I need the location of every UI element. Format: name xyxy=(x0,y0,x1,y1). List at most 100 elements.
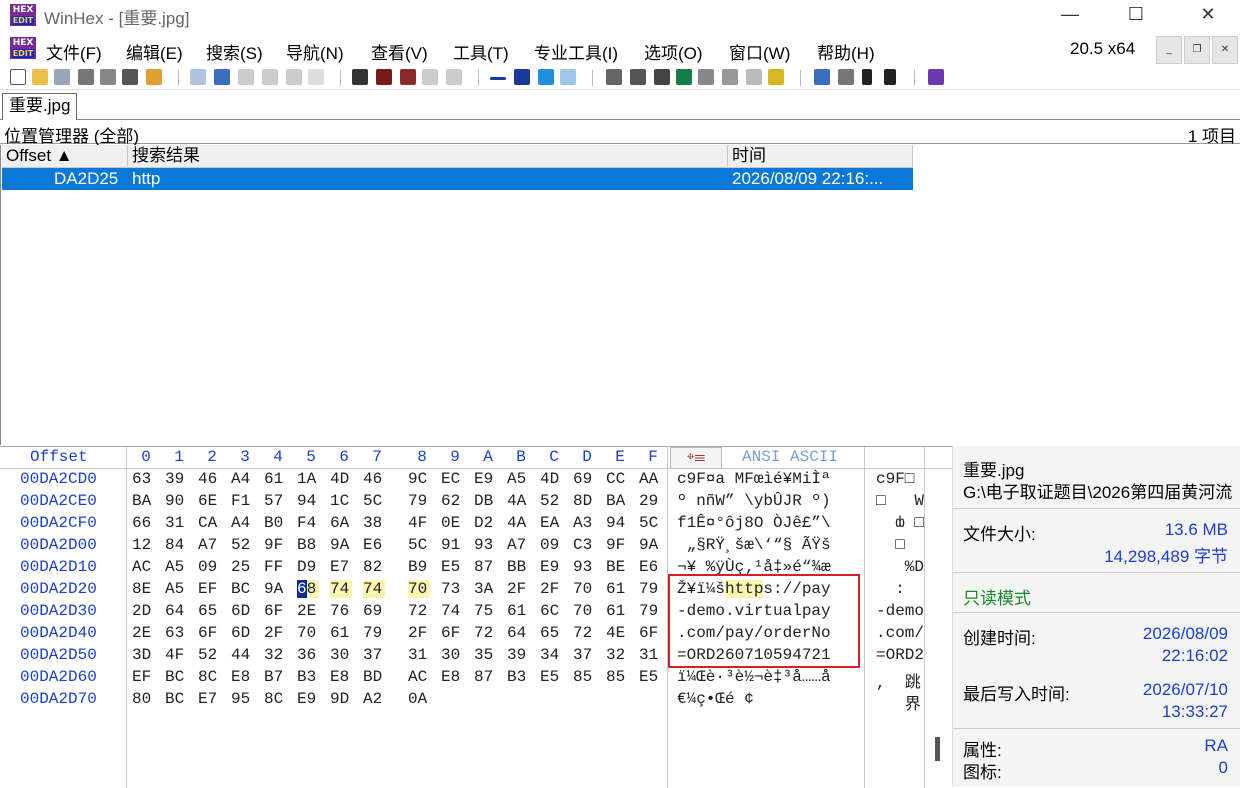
hex-byte[interactable]: EA xyxy=(540,514,562,532)
hex-byte[interactable]: 2E xyxy=(297,602,319,620)
printer-setup-icon[interactable] xyxy=(100,69,116,85)
hex-byte[interactable]: 79 xyxy=(408,492,430,510)
hex-byte[interactable]: 84 xyxy=(165,536,187,554)
hex-byte[interactable]: 72 xyxy=(573,624,595,642)
scrollbar[interactable] xyxy=(935,737,940,761)
hex-byte[interactable]: A5 xyxy=(165,580,187,598)
grid-icon[interactable] xyxy=(838,69,854,85)
menu-window[interactable]: 窗口(W) xyxy=(729,39,790,64)
hex-byte[interactable]: 25 xyxy=(231,558,253,576)
zoom-icon[interactable] xyxy=(698,69,714,85)
hex-byte[interactable]: 69 xyxy=(363,602,385,620)
goto-sector-icon[interactable] xyxy=(514,69,530,85)
hex-byte[interactable]: 4E xyxy=(606,624,628,642)
hex-byte[interactable]: 39 xyxy=(507,646,529,664)
menu-options[interactable]: 选项(O) xyxy=(644,39,703,64)
hex-byte[interactable]: A4 xyxy=(231,514,253,532)
mdi-restore-button[interactable]: ❐ xyxy=(1184,36,1210,64)
hex-byte[interactable]: 87 xyxy=(474,668,496,686)
hex-byte[interactable]: D2 xyxy=(474,514,496,532)
hex-byte[interactable]: 44 xyxy=(231,646,253,664)
hex-byte[interactable]: 2D xyxy=(132,602,154,620)
goto-offset-icon[interactable] xyxy=(490,77,506,80)
menu-tools[interactable]: 工具(T) xyxy=(453,39,509,64)
hex-byte[interactable]: 3D xyxy=(132,646,154,664)
hex-byte[interactable]: 72 xyxy=(474,624,496,642)
export-icon[interactable] xyxy=(146,69,162,85)
ansi-text[interactable]: „§RŸ¸šæ\‘“§ ÃŸš xyxy=(677,536,831,554)
hex-byte[interactable]: 1C xyxy=(330,492,352,510)
hex-byte[interactable]: 09 xyxy=(198,558,220,576)
column-header-offset[interactable]: Offset ▲ xyxy=(2,145,128,168)
undo-icon[interactable] xyxy=(190,69,206,85)
copy-block-icon[interactable] xyxy=(238,69,254,85)
hex-byte[interactable]: C3 xyxy=(573,536,595,554)
hex-byte[interactable]: 62 xyxy=(441,492,463,510)
hex-byte[interactable]: 2F xyxy=(507,580,529,598)
hex-byte[interactable]: A5 xyxy=(165,558,187,576)
mdi-minimize-button[interactable]: _ xyxy=(1156,36,1182,64)
hex-byte[interactable]: 37 xyxy=(573,646,595,664)
hex-byte[interactable]: 52 xyxy=(198,646,220,664)
find-hex-icon[interactable] xyxy=(400,69,416,85)
hex-byte[interactable]: E5 xyxy=(639,668,661,686)
hex-byte[interactable]: FF xyxy=(264,558,286,576)
hex-byte[interactable]: 93 xyxy=(474,536,496,554)
search-again-icon[interactable] xyxy=(446,69,462,85)
ansi-text[interactable]: €¼ç•Œé ¢ xyxy=(677,690,754,708)
hex-byte[interactable]: BC xyxy=(165,690,187,708)
hex-byte[interactable]: D9 xyxy=(297,558,319,576)
ansi-text[interactable]: f1Ê¤°ôj8O ÒJê£”\ xyxy=(677,514,831,532)
hex-byte[interactable]: E7 xyxy=(330,558,352,576)
hex-byte[interactable]: 6F xyxy=(198,624,220,642)
hex-byte[interactable]: 31 xyxy=(639,646,661,664)
hex-byte[interactable]: B3 xyxy=(297,668,319,686)
hex-byte[interactable]: 90 xyxy=(165,492,187,510)
hex-byte[interactable]: 85 xyxy=(606,668,628,686)
hex-byte[interactable]: 69 xyxy=(573,470,595,488)
list-row[interactable]: DA2D25 http 2026/08/09 22:16:... xyxy=(2,168,913,190)
hex-byte[interactable]: 37 xyxy=(363,646,385,664)
hex-byte[interactable]: 32 xyxy=(264,646,286,664)
hex-byte[interactable]: 4F xyxy=(165,646,187,664)
hex-byte[interactable]: 5C xyxy=(408,536,430,554)
hex-byte[interactable]: 91 xyxy=(441,536,463,554)
hex-byte[interactable]: 75 xyxy=(474,602,496,620)
hex-byte[interactable]: 94 xyxy=(606,514,628,532)
hex-byte[interactable]: 1A xyxy=(297,470,319,488)
hex-byte[interactable]: BA xyxy=(132,492,154,510)
menu-specialist-tools[interactable]: 专业工具(I) xyxy=(534,39,618,64)
windows-icon[interactable] xyxy=(814,69,830,85)
hex-byte[interactable]: 8D xyxy=(573,492,595,510)
hex-byte[interactable]: 68 xyxy=(297,580,319,598)
hex-byte[interactable]: 30 xyxy=(330,646,352,664)
paste-write-icon[interactable] xyxy=(286,69,302,85)
hex-byte[interactable]: 70 xyxy=(573,580,595,598)
hex-byte[interactable]: A4 xyxy=(231,470,253,488)
hex-byte[interactable]: 74 xyxy=(330,580,352,598)
hex-byte[interactable]: 74 xyxy=(441,602,463,620)
forward-arrow-icon[interactable] xyxy=(560,69,576,85)
hex-byte[interactable]: 6C xyxy=(540,602,562,620)
hex-byte[interactable]: 94 xyxy=(297,492,319,510)
hex-byte[interactable]: 8C xyxy=(198,668,220,686)
hex-byte[interactable]: 72 xyxy=(408,602,430,620)
paste-icon[interactable] xyxy=(262,69,278,85)
hex-byte[interactable]: 2F xyxy=(408,624,430,642)
hex-byte[interactable]: 4D xyxy=(330,470,352,488)
hex-byte[interactable]: A5 xyxy=(507,470,529,488)
menu-navigation[interactable]: 导航(N) xyxy=(286,39,344,64)
hex-byte[interactable]: 79 xyxy=(639,580,661,598)
hex-byte[interactable]: 32 xyxy=(606,646,628,664)
hex-byte[interactable]: 64 xyxy=(165,602,187,620)
hex-byte[interactable]: 74 xyxy=(363,580,385,598)
hex-byte[interactable]: 9A xyxy=(639,536,661,554)
binary-icon[interactable] xyxy=(308,69,324,85)
hex-byte[interactable]: 79 xyxy=(363,624,385,642)
hex-byte[interactable]: 9F xyxy=(264,536,286,554)
options-gear-icon[interactable] xyxy=(768,69,784,85)
hex-byte[interactable]: 66 xyxy=(132,514,154,532)
hex-byte[interactable]: A7 xyxy=(198,536,220,554)
hex-byte[interactable]: 73 xyxy=(441,580,463,598)
hex-byte[interactable]: 46 xyxy=(198,470,220,488)
